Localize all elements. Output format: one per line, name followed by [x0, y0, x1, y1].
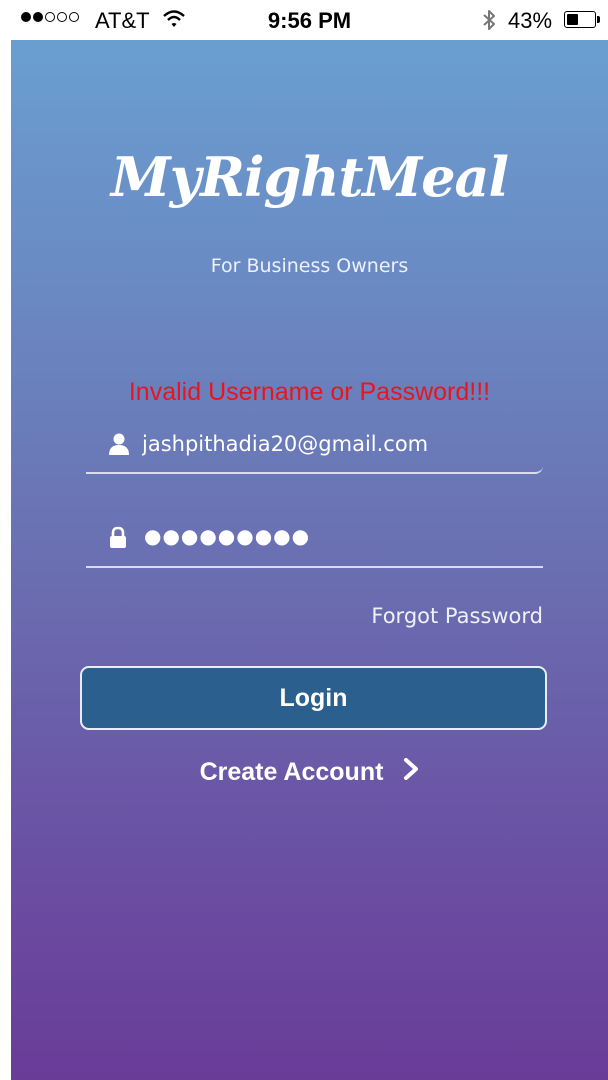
user-icon: [108, 432, 130, 461]
app-logo: MyRightMeal: [110, 145, 509, 209]
login-button[interactable]: Login: [80, 666, 547, 730]
bluetooth-icon: [481, 8, 497, 37]
password-field[interactable]: ●●●●●●●●●: [86, 516, 543, 568]
email-field[interactable]: [86, 422, 543, 474]
email-input[interactable]: [142, 426, 532, 462]
chevron-right-icon: [403, 758, 419, 787]
battery-tip: [597, 16, 600, 23]
login-screen: AT&T 9:56 PM 43% MyRightMeal For Busines…: [11, 0, 608, 1080]
app-subtitle: For Business Owners: [210, 255, 409, 277]
create-account-label: Create Account: [199, 758, 384, 786]
battery-percent: 43%: [508, 8, 553, 33]
status-bar: AT&T 9:56 PM 43%: [11, 0, 608, 40]
error-message: Invalid Username or Password!!!: [128, 378, 491, 406]
password-input[interactable]: ●●●●●●●●●: [144, 524, 310, 548]
forgot-password-link[interactable]: Forgot Password: [371, 604, 543, 628]
battery-icon: [564, 11, 596, 28]
create-account-link[interactable]: Create Account: [11, 758, 608, 787]
lock-icon: [108, 526, 128, 555]
